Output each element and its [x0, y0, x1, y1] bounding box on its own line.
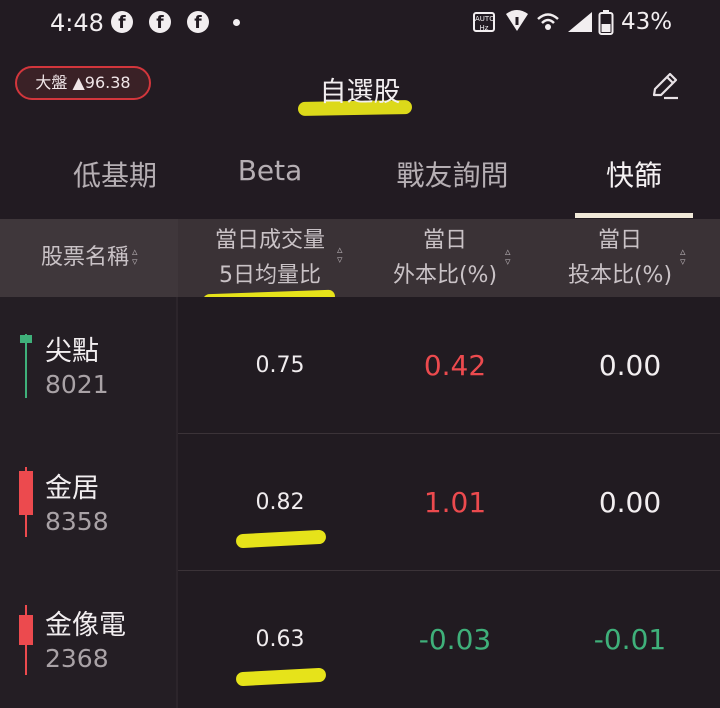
stock-cell[interactable]: 金像電 2368 — [0, 571, 178, 708]
tab-low-base[interactable]: 低基期 — [40, 154, 190, 194]
stock-name: 金像電 — [45, 610, 126, 641]
pencil-icon[interactable] — [650, 70, 680, 100]
stock-cell[interactable]: 金居 8358 — [0, 434, 178, 571]
header-cell-stock[interactable]: 股票名稱 ▵ ▿ — [0, 219, 178, 297]
sort-icon: ▵ ▿ — [680, 245, 686, 268]
tab-bar: 低基期 Beta 戰友詢問 快篩 — [0, 150, 720, 220]
foreign-ratio-value: 0.42 — [423, 349, 487, 382]
table-row[interactable]: 金居 8358 0.82 1.01 0.00 — [0, 434, 720, 571]
active-tab-indicator — [575, 213, 693, 218]
stock-code: 8358 — [45, 507, 109, 536]
auto-brightness-icon: AUTO Hz — [473, 12, 495, 32]
tab-beta[interactable]: Beta — [200, 154, 340, 187]
stock-cell[interactable]: 尖點 8021 — [0, 297, 178, 434]
header-trust-line2: 投本比(%) — [567, 263, 673, 288]
stock-name: 尖點 — [45, 336, 99, 367]
sort-icon: ▵ ▿ — [505, 245, 511, 268]
green-candle-icon — [20, 334, 32, 398]
sort-icon: ▵ ▿ — [337, 243, 343, 266]
table-header: 股票名稱 ▵ ▿ 當日成交量 5日均量比 ▵ ▿ 當日 外本比(%) ▵ ▿ 當日 投… — [0, 219, 720, 297]
battery-percent: 43% — [621, 9, 673, 35]
red-candle-icon — [19, 467, 33, 537]
volume-ratio-value: 0.63 — [255, 627, 305, 652]
stock-name: 金居 — [45, 473, 99, 504]
header-volume-line2: 5日均量比 — [219, 263, 321, 288]
table-row[interactable]: 金像電 2368 0.63 -0.03 -0.01 — [0, 571, 720, 708]
notification-dot-icon — [233, 19, 240, 26]
stock-code: 2368 — [45, 644, 109, 673]
facebook-icon: f — [111, 11, 133, 33]
facebook-icon: f — [187, 11, 209, 33]
wifi-icon — [506, 10, 528, 31]
status-time: 4:48 — [50, 9, 104, 37]
trust-ratio-value: 0.00 — [598, 486, 662, 519]
page-title: 自選股 — [319, 77, 401, 108]
status-bar: 4:48 f f f AUTO Hz 43% — [0, 0, 720, 48]
stock-code: 8021 — [45, 370, 109, 399]
header-trust-line1: 當日 — [597, 228, 642, 253]
sort-icon: ▵ ▿ — [132, 245, 138, 268]
volume-ratio-value: 0.75 — [255, 353, 305, 378]
volume-ratio-value: 0.82 — [255, 490, 305, 515]
tab-peer-queries[interactable]: 戰友詢問 — [370, 154, 535, 194]
red-candle-icon — [19, 605, 33, 675]
tab-quick-screen[interactable]: 快篩 — [575, 154, 693, 194]
header-foreign-line1: 當日 — [422, 228, 467, 253]
header-volume-line1: 當日成交量 — [214, 228, 325, 253]
header-stock-name: 股票名稱 — [40, 245, 129, 270]
foreign-ratio-value: 1.01 — [423, 486, 487, 519]
hotspot-icon — [537, 13, 559, 30]
table-row[interactable]: 尖點 8021 0.75 0.42 0.00 — [0, 297, 720, 434]
battery-icon — [598, 10, 614, 35]
signal-icon — [568, 12, 592, 32]
trust-ratio-value: -0.01 — [593, 623, 667, 656]
header-foreign-line2: 外本比(%) — [392, 263, 498, 288]
trust-ratio-value: 0.00 — [598, 349, 662, 382]
foreign-ratio-value: -0.03 — [418, 623, 492, 656]
facebook-icon: f — [149, 11, 171, 33]
